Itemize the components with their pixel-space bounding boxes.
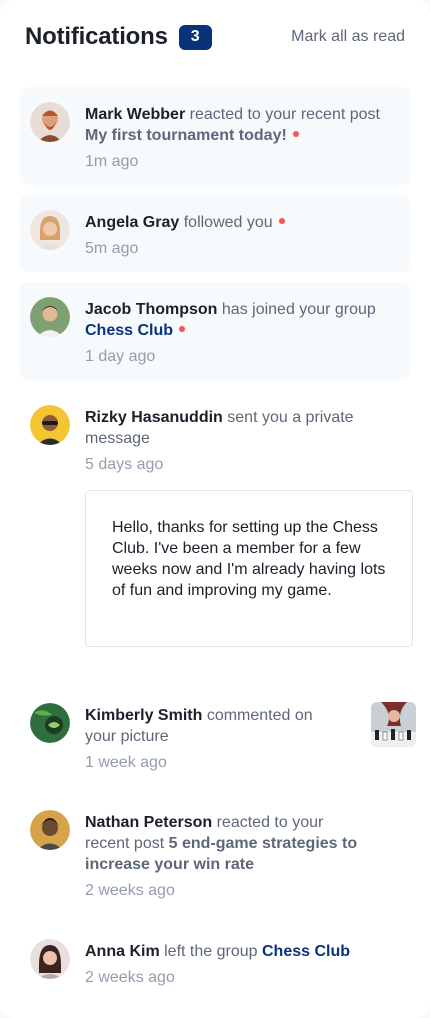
- notification-time: 5m ago: [85, 240, 139, 257]
- notification-action: left the group: [164, 943, 258, 960]
- avatar-mark-webber-icon[interactable]: [30, 102, 70, 142]
- mark-all-as-read-button[interactable]: Mark all as read: [291, 28, 405, 46]
- notification-time: 1m ago: [85, 153, 139, 170]
- notification-action: has joined your group: [221, 301, 376, 318]
- page-title: Notifications: [25, 23, 168, 50]
- notification-item[interactable]: Anna Kim left the group Chess Club 2 wee…: [20, 924, 410, 999]
- notification-item[interactable]: Angela Gray followed you 5m ago: [20, 195, 410, 272]
- notification-actor[interactable]: Anna Kim: [85, 943, 160, 960]
- notification-text: Mark Webber reacted to your recent post …: [85, 104, 394, 172]
- notification-item[interactable]: Kimberly Smith commented on your picture…: [20, 688, 410, 778]
- notification-time: 1 day ago: [85, 348, 156, 365]
- unread-dot-icon: [278, 218, 285, 224]
- notification-action: reacted to your recent post: [189, 106, 380, 123]
- notification-text: Anna Kim left the group Chess Club 2 wee…: [85, 941, 394, 988]
- notification-actor[interactable]: Rizky Hasanuddin: [85, 409, 223, 426]
- notification-group-link[interactable]: Chess Club: [262, 943, 350, 960]
- avatar-jacob-thompson-icon[interactable]: [30, 297, 70, 337]
- notification-action: followed you: [183, 214, 273, 231]
- unread-count-badge: 3: [178, 24, 212, 50]
- notification-actor[interactable]: Angela Gray: [85, 214, 179, 231]
- notification-text: Nathan Peterson reacted to your recent p…: [85, 812, 370, 901]
- avatar-anna-kim-icon[interactable]: [30, 939, 70, 979]
- notification-text: Rizky Hasanuddin sent you a private mess…: [85, 407, 394, 475]
- unread-dot-icon: [292, 131, 299, 137]
- notification-item[interactable]: Nathan Peterson reacted to your recent p…: [20, 795, 410, 905]
- notification-item[interactable]: Mark Webber reacted to your recent post …: [20, 87, 410, 185]
- notification-post-link[interactable]: My first tournament today!: [85, 127, 287, 144]
- notifications-card: Notifications 3 Mark all as read Mark We…: [0, 0, 430, 1018]
- notification-time: 5 days ago: [85, 456, 164, 473]
- notification-group-link[interactable]: Chess Club: [85, 322, 173, 339]
- notifications-header: Notifications 3 Mark all as read: [25, 22, 405, 52]
- notification-actor[interactable]: Mark Webber: [85, 106, 185, 123]
- notification-text: Jacob Thompson has joined your group Che…: [85, 299, 394, 367]
- notification-item[interactable]: Jacob Thompson has joined your group Che…: [20, 282, 410, 380]
- notification-actor[interactable]: Nathan Peterson: [85, 814, 212, 831]
- unread-dot-icon: [179, 326, 186, 332]
- notification-actor[interactable]: Jacob Thompson: [85, 301, 217, 318]
- avatar-angela-gray-icon[interactable]: [30, 210, 70, 250]
- avatar-kimberly-smith-icon[interactable]: [30, 703, 70, 743]
- avatar-rizky-hasanuddin-icon[interactable]: [30, 405, 70, 445]
- notification-time: 2 weeks ago: [85, 969, 175, 986]
- notification-text: Angela Gray followed you 5m ago: [85, 212, 394, 259]
- notification-time: 2 weeks ago: [85, 882, 175, 899]
- chess-picture-thumbnail-icon[interactable]: [371, 702, 416, 747]
- notification-time: 1 week ago: [85, 754, 167, 771]
- avatar-nathan-peterson-icon[interactable]: [30, 810, 70, 850]
- notification-text: Kimberly Smith commented on your picture…: [85, 705, 340, 773]
- private-message-preview[interactable]: Hello, thanks for setting up the Chess C…: [85, 490, 413, 647]
- notification-actor[interactable]: Kimberly Smith: [85, 707, 202, 724]
